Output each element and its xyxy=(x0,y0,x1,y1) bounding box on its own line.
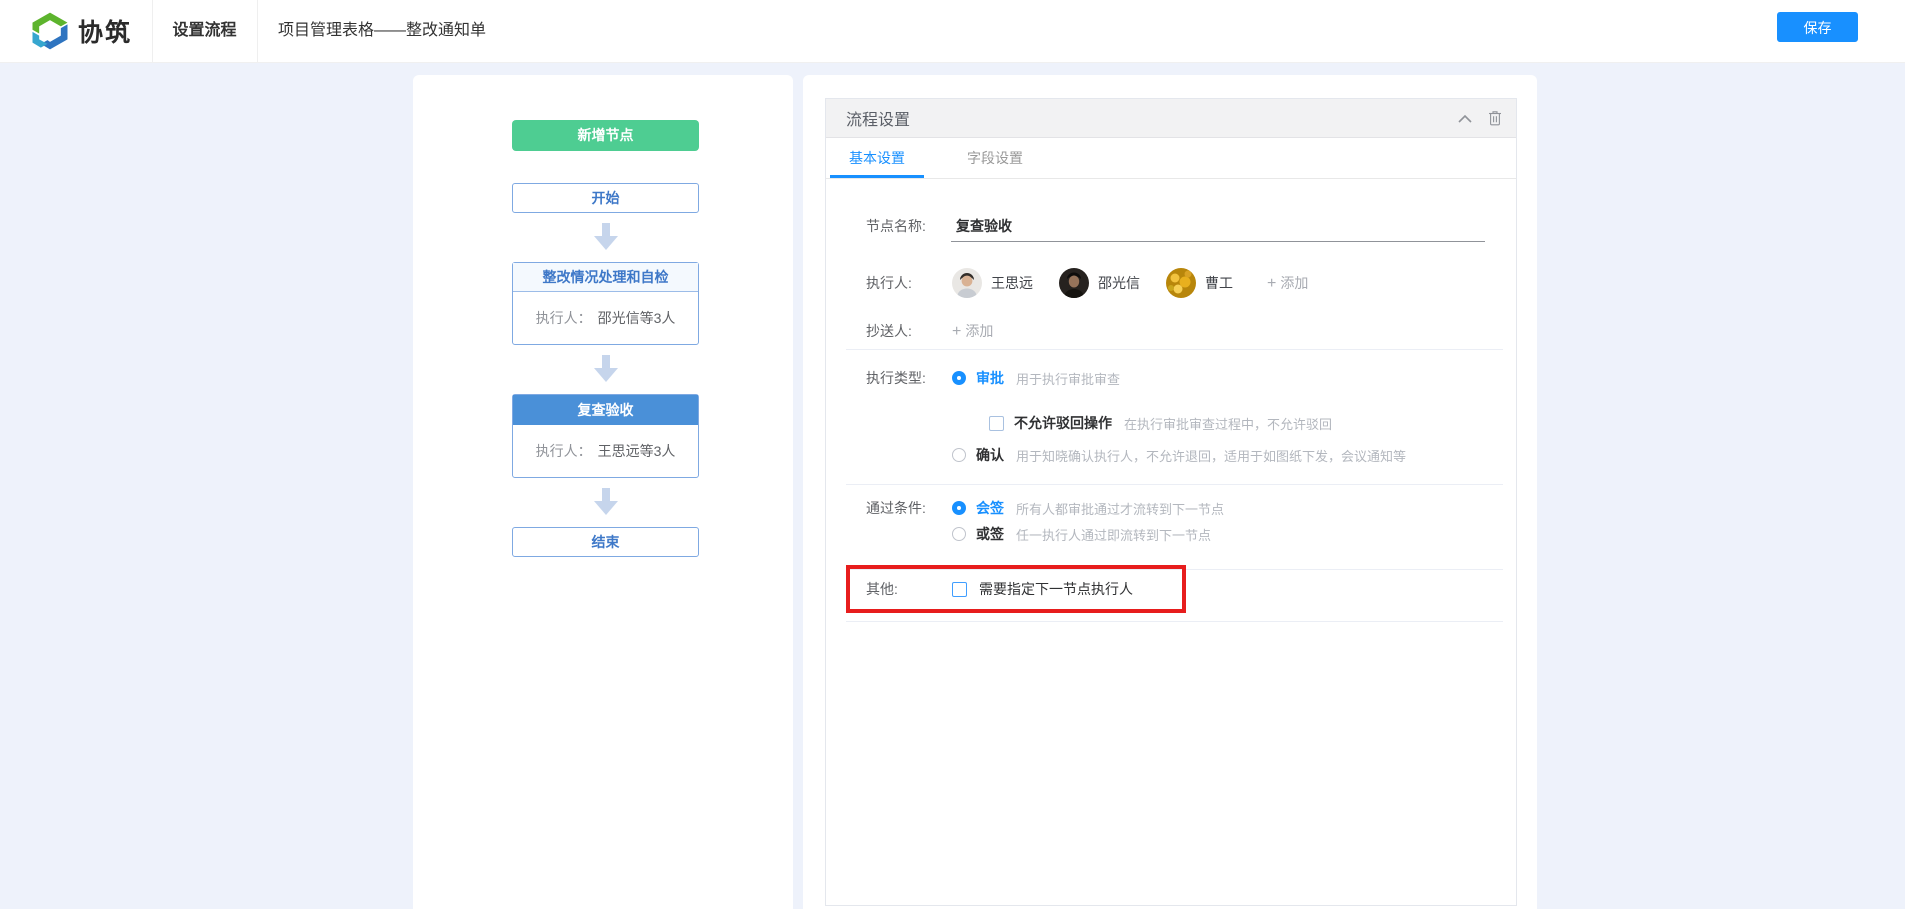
radio-approve-desc: 用于执行审批审查 xyxy=(1016,369,1120,388)
flow-arrow-icon xyxy=(594,488,618,515)
executor-chip[interactable]: 邵光信 xyxy=(1059,268,1140,298)
form-row-exec-type: 执行类型: 审批 用于执行审批审查 xyxy=(866,368,1120,388)
settings-card: 流程设置 基本设置 字段设置 节点名称: 复查验收 执行人: xyxy=(803,75,1537,909)
radio-countersign-label[interactable]: 会签 xyxy=(976,498,1004,518)
flow-arrow-icon xyxy=(594,223,618,250)
top-header: 协筑 设置流程 项目管理表格——整改通知单 保存 xyxy=(0,0,1905,63)
form-row-other: 其他: 需要指定下一节点执行人 xyxy=(866,579,1133,599)
checkbox-no-reject-desc: 在执行审批审查过程中，不允许驳回 xyxy=(1124,414,1332,433)
flow-arrow-icon xyxy=(594,355,618,382)
form-row-or-sign: 或签 任一执行人通过即流转到下一节点 xyxy=(952,524,1211,544)
form-divider xyxy=(846,621,1503,622)
flow-node-title: 整改情况处理和自检 xyxy=(513,263,698,292)
flowchart-panel: 新增节点 开始 整改情况处理和自检 执行人： 邵光信等3人 复查验收 执行人： … xyxy=(413,75,793,909)
radio-orsign-desc: 任一执行人通过即流转到下一节点 xyxy=(1016,525,1211,544)
avatar xyxy=(952,268,982,298)
flow-node-executor-value: 邵光信等3人 xyxy=(598,308,676,328)
form-divider xyxy=(846,349,1503,350)
pass-condition-label: 通过条件: xyxy=(866,498,952,518)
flow-node-executor-value: 王思远等3人 xyxy=(598,441,676,461)
flow-node-executor-label: 执行人： xyxy=(536,308,592,328)
cc-label: 抄送人: xyxy=(866,321,952,341)
executor-name: 王思远 xyxy=(991,273,1033,293)
flow-end-node[interactable]: 结束 xyxy=(512,527,699,557)
radio-confirm[interactable] xyxy=(952,448,966,462)
flow-node-review-accept[interactable]: 复查验收 执行人： 王思远等3人 xyxy=(512,394,699,478)
panel-tabs: 基本设置 字段设置 xyxy=(826,138,1516,179)
form-row-node-name: 节点名称: 复查验收 xyxy=(866,216,1012,236)
radio-confirm-desc: 用于知晓确认执行人，不允许退回，适用于如图纸下发，会议通知等 xyxy=(1016,446,1406,465)
panel-header: 流程设置 xyxy=(826,99,1516,138)
form-row-pass-condition: 通过条件: 会签 所有人都审批通过才流转到下一节点 xyxy=(866,498,1224,518)
logo-text: 协筑 xyxy=(78,13,132,49)
add-node-button[interactable]: 新增节点 xyxy=(512,120,699,151)
save-button[interactable]: 保存 xyxy=(1777,12,1858,42)
avatar xyxy=(1166,268,1196,298)
executor-name: 邵光信 xyxy=(1098,273,1140,293)
executor-chips: 王思远 邵光信 曹工 +添加 xyxy=(952,268,1308,298)
add-executor-button[interactable]: +添加 xyxy=(1267,273,1308,293)
flow-settings-panel: 流程设置 基本设置 字段设置 节点名称: 复查验收 执行人: xyxy=(825,98,1517,906)
form-row-confirm: 确认 用于知晓确认执行人，不允许退回，适用于如图纸下发，会议通知等 xyxy=(952,445,1406,465)
avatar xyxy=(1059,268,1089,298)
flow-node-self-check[interactable]: 整改情况处理和自检 执行人： 邵光信等3人 xyxy=(512,262,699,345)
node-name-input[interactable]: 复查验收 xyxy=(956,216,1012,236)
other-label: 其他: xyxy=(866,579,952,599)
radio-approve[interactable] xyxy=(952,371,966,385)
radio-orsign[interactable] xyxy=(952,527,966,541)
logo-icon xyxy=(30,11,70,51)
nav-item-set-flow: 设置流程 xyxy=(152,0,257,62)
header-divider xyxy=(257,0,258,62)
radio-approve-label[interactable]: 审批 xyxy=(976,368,1004,388)
flow-node-title: 复查验收 xyxy=(513,395,698,425)
node-name-label: 节点名称: xyxy=(866,216,952,236)
trash-icon[interactable] xyxy=(1488,110,1502,126)
plus-icon: + xyxy=(952,323,961,340)
radio-confirm-label[interactable]: 确认 xyxy=(976,445,1004,465)
form-divider xyxy=(846,569,1503,570)
exec-type-label: 执行类型: xyxy=(866,368,952,388)
checkbox-assign-next-executor[interactable] xyxy=(952,582,967,597)
form-row-cc: 抄送人: +添加 xyxy=(866,321,993,341)
executors-label: 执行人: xyxy=(866,273,952,293)
tab-field-settings[interactable]: 字段设置 xyxy=(948,138,1042,178)
executor-name: 曹工 xyxy=(1205,273,1233,293)
checkbox-no-reject-label[interactable]: 不允许驳回操作 xyxy=(1014,413,1112,433)
form-row-executors: 执行人: 王思远 邵光信 xyxy=(866,268,1308,298)
add-cc-button[interactable]: +添加 xyxy=(952,321,993,341)
chevron-up-icon[interactable] xyxy=(1458,114,1472,123)
page-title: 项目管理表格——整改通知单 xyxy=(278,0,486,62)
app-logo: 协筑 xyxy=(30,0,132,62)
executor-chip[interactable]: 王思远 xyxy=(952,268,1033,298)
checkbox-assign-next-executor-label[interactable]: 需要指定下一节点执行人 xyxy=(979,579,1133,599)
tab-basic-settings[interactable]: 基本设置 xyxy=(830,138,924,178)
form-divider xyxy=(846,484,1503,485)
radio-countersign-desc: 所有人都审批通过才流转到下一节点 xyxy=(1016,499,1224,518)
radio-countersign[interactable] xyxy=(952,501,966,515)
form-row-no-reject: 不允许驳回操作 在执行审批审查过程中，不允许驳回 xyxy=(989,413,1332,433)
plus-icon: + xyxy=(1267,275,1276,292)
flow-node-executor-label: 执行人： xyxy=(536,441,592,461)
flow-start-node[interactable]: 开始 xyxy=(512,183,699,213)
checkbox-no-reject[interactable] xyxy=(989,416,1004,431)
node-name-input-underline xyxy=(951,241,1485,242)
executor-chip[interactable]: 曹工 xyxy=(1166,268,1233,298)
panel-title: 流程设置 xyxy=(846,106,1442,130)
radio-orsign-label[interactable]: 或签 xyxy=(976,524,1004,544)
